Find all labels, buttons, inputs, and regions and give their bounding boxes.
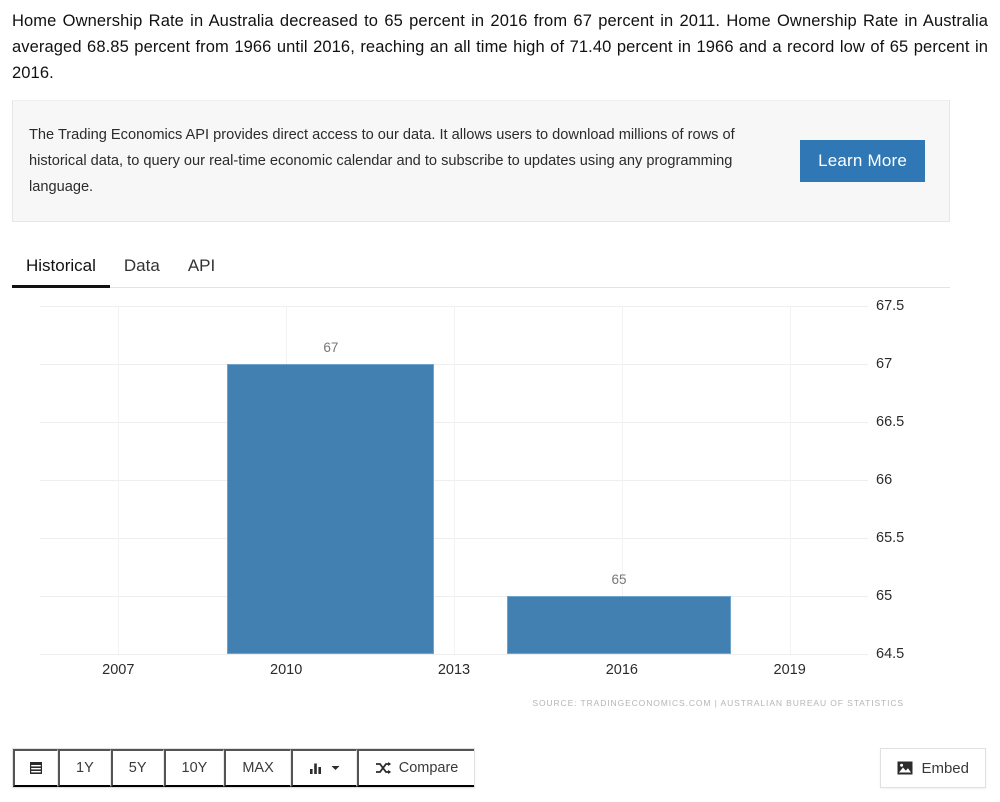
learn-more-button[interactable]: Learn More: [800, 140, 925, 182]
chart-bar[interactable]: [227, 364, 435, 654]
chart-plot-area[interactable]: [40, 306, 868, 655]
y-axis-tick-label: 65.5: [876, 530, 905, 546]
summary-paragraph: Home Ownership Rate in Australia decreas…: [12, 12, 988, 82]
x-axis-tick-label: 2013: [437, 662, 471, 678]
bar-value-label: 67: [323, 340, 339, 355]
chart-bar[interactable]: [507, 596, 731, 654]
range-button-max[interactable]: MAX: [224, 749, 291, 787]
compare-label: Compare: [398, 760, 459, 776]
x-axis-tick-label: 2010: [270, 662, 303, 678]
tab-api[interactable]: API: [174, 256, 229, 287]
shuffle-icon: [375, 761, 392, 775]
y-axis-tick-label: 64.5: [876, 646, 905, 662]
chart-tabs: Historical Data API: [12, 244, 950, 288]
range-button-1y[interactable]: 1Y: [58, 749, 111, 787]
calendar-button[interactable]: [13, 749, 58, 787]
x-axis-tick-label: 2016: [605, 662, 638, 678]
y-axis-tick-label: 65: [876, 588, 893, 604]
x-axis-tick-label: 2007: [102, 662, 135, 678]
gridline-horizontal: [40, 654, 868, 655]
embed-button[interactable]: Embed: [880, 748, 986, 788]
bar-chart-icon: [309, 762, 324, 775]
chart-source-note: SOURCE: TRADINGECONOMICS.COM | AUSTRALIA…: [532, 698, 904, 708]
embed-label: Embed: [921, 759, 969, 777]
y-axis-tick-label: 66: [876, 472, 893, 488]
api-promo-text: The Trading Economics API provides direc…: [29, 127, 735, 195]
chart-type-dropdown[interactable]: [290, 749, 357, 787]
x-axis-tick-label: 2019: [773, 662, 806, 678]
y-axis-tick-label: 67.5: [876, 298, 905, 314]
chevron-down-icon: [331, 765, 340, 771]
range-button-5y[interactable]: 5Y: [110, 749, 164, 787]
chart-container[interactable]: 67.5 67 66.5 66 65.5 65 64.5 2007 2010 2013 2016 20…: [0, 294, 1000, 724]
gridline-vertical: [789, 306, 791, 654]
tab-data[interactable]: Data: [110, 256, 174, 287]
y-axis-tick-label: 66.5: [876, 414, 905, 430]
gridline-vertical: [118, 306, 120, 654]
range-button-10y[interactable]: 10Y: [163, 749, 225, 787]
y-axis-tick-label: 67: [876, 356, 893, 372]
gridline-vertical: [454, 306, 455, 654]
compare-button[interactable]: Compare: [356, 749, 475, 787]
bar-value-label: 65: [611, 572, 627, 587]
tab-historical[interactable]: Historical: [12, 256, 110, 288]
chart-toolbar: 1Y 5Y 10Y MAX Compare: [12, 748, 476, 788]
calendar-icon: [28, 760, 44, 776]
api-promo-banner: The Trading Economics API provides direc…: [12, 100, 950, 222]
image-icon: [897, 761, 913, 775]
